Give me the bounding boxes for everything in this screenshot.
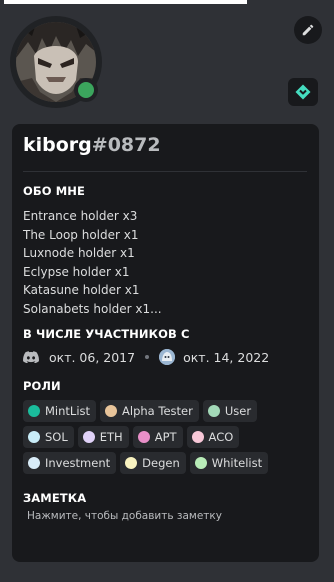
- divider: [23, 171, 307, 172]
- member-since-row: окт. 06, 2017 окт. 14, 2022: [23, 348, 269, 366]
- roles-row: SOL ETH APT ACO: [23, 426, 313, 448]
- roles-title: РОЛИ: [23, 379, 61, 393]
- online-status-dot: [78, 82, 94, 98]
- role-eth[interactable]: ETH: [77, 426, 129, 448]
- role-color-dot[interactable]: [194, 457, 207, 469]
- about-line: Luxnode holder x1: [23, 246, 135, 260]
- profile-badge[interactable]: [288, 78, 318, 106]
- member-since-title: В ЧИСЛЕ УЧАСТНИКОВ С: [23, 327, 190, 341]
- role-color-dot[interactable]: [105, 405, 118, 417]
- hypesquad-badge-icon: [295, 84, 311, 100]
- server-icon[interactable]: [159, 349, 176, 365]
- note-input[interactable]: Нажмите, чтобы добавить заметку: [23, 510, 307, 522]
- role-label: Alpha Tester: [122, 404, 193, 418]
- role-label: ACO: [208, 430, 234, 444]
- role-aco[interactable]: ACO: [186, 426, 240, 448]
- role-label: ETH: [99, 430, 123, 444]
- role-label: Investment: [45, 456, 111, 470]
- username: kiborg: [23, 134, 92, 156]
- profile-info-card: kiborg#0872 ОБО МНЕ Entrance holder x3 T…: [12, 124, 319, 562]
- discord-logo-icon: [23, 351, 39, 363]
- role-color-dot[interactable]: [28, 457, 40, 469]
- role-user[interactable]: User: [202, 400, 258, 422]
- discord-member-date: окт. 06, 2017: [49, 349, 136, 365]
- role-sol[interactable]: SOL: [23, 426, 74, 448]
- roles-row: MintList Alpha Tester User: [23, 400, 313, 422]
- pencil-icon: [302, 24, 314, 36]
- about-line: Eclypse holder x1: [23, 264, 130, 279]
- role-color-dot[interactable]: [82, 431, 95, 443]
- avatar-container[interactable]: [10, 16, 102, 108]
- status-indicator: [74, 78, 98, 102]
- about-line: Entrance holder x3: [23, 209, 138, 223]
- role-label: SOL: [45, 430, 68, 444]
- role-color-dot[interactable]: [207, 405, 220, 417]
- roles-list: MintList Alpha Tester User SOL ETH APT A…: [23, 400, 313, 478]
- role-label: Whitelist: [211, 456, 263, 470]
- note-title: ЗАМЕТКА: [23, 491, 87, 505]
- roles-row: Investment Degen Whitelist: [23, 452, 313, 474]
- role-whitelist[interactable]: Whitelist: [189, 452, 269, 474]
- role-color-dot[interactable]: [28, 405, 40, 417]
- role-color-dot[interactable]: [28, 431, 40, 443]
- role-mintlist[interactable]: MintList: [23, 400, 97, 422]
- discriminator: #0872: [91, 134, 161, 156]
- about-me-title: ОБО МНЕ: [23, 184, 85, 198]
- banner-image: [4, 0, 247, 4]
- role-color-dot[interactable]: [137, 431, 150, 443]
- role-label: User: [224, 404, 252, 418]
- about-line: The Loop holder x1: [23, 227, 139, 242]
- edit-profile-button[interactable]: [294, 16, 322, 44]
- role-investment[interactable]: Investment: [23, 452, 117, 474]
- role-apt[interactable]: APT: [132, 426, 183, 448]
- role-color-dot[interactable]: [191, 431, 204, 443]
- role-label: Degen: [142, 456, 180, 470]
- about-line: Solanabets holder x1...: [23, 301, 162, 316]
- separator-dot: [145, 355, 150, 359]
- role-color-dot[interactable]: [125, 457, 138, 469]
- role-label: APT: [154, 430, 177, 444]
- server-member-date: окт. 14, 2022: [183, 349, 270, 365]
- role-label: MintList: [45, 404, 91, 418]
- about-line: Katasune holder x1: [23, 283, 140, 297]
- role-degen[interactable]: Degen: [120, 452, 186, 474]
- role-alpha-tester[interactable]: Alpha Tester: [100, 400, 199, 422]
- username-display[interactable]: kiborg#0872: [23, 134, 161, 156]
- about-me-text: Entrance holder x3 The Loop holder x1 Lu…: [23, 207, 303, 318]
- user-profile-popout: kiborg#0872 ОБО МНЕ Entrance holder x3 T…: [0, 0, 334, 582]
